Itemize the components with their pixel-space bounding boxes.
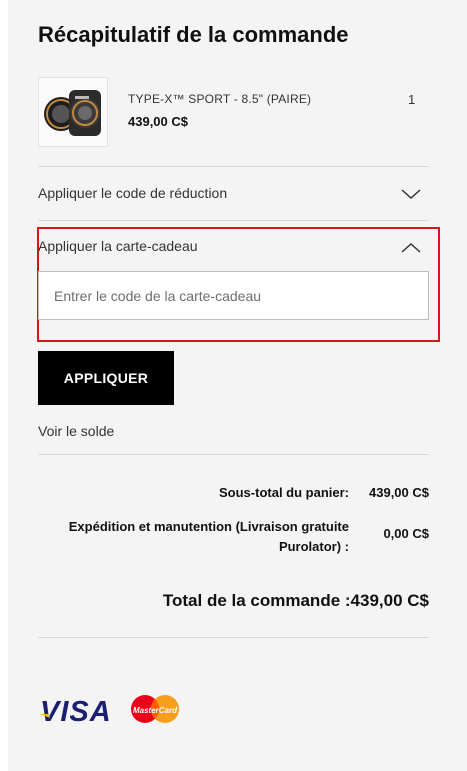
subtotal-value: 439,00 C$ bbox=[369, 485, 429, 500]
shipping-label-line1: Expédition et manutention (Livraison gra… bbox=[68, 519, 349, 534]
chevron-down-icon bbox=[401, 189, 421, 200]
gift-card-toggle[interactable]: Appliquer la carte-cadeau bbox=[38, 229, 429, 265]
shipping-label-line2: Purolator) : bbox=[278, 539, 349, 554]
mastercard-text: MasterCard bbox=[133, 706, 178, 715]
order-summary-title: Récapitulatif de la commande bbox=[38, 22, 349, 47]
product-name: TYPE-X™ SPORT - 8.5" (PAIRE) bbox=[128, 92, 312, 106]
discount-code-toggle[interactable]: Appliquer le code de réduction bbox=[38, 175, 429, 211]
divider bbox=[38, 166, 429, 167]
divider bbox=[38, 220, 429, 221]
discount-code-label: Appliquer le code de réduction bbox=[38, 185, 228, 201]
shipping-label: Expédition et manutention (Livraison gra… bbox=[69, 517, 349, 557]
divider bbox=[38, 637, 429, 638]
visa-logo: VISA bbox=[40, 696, 112, 728]
divider bbox=[38, 454, 429, 455]
product-thumbnail bbox=[38, 77, 108, 147]
chevron-up-icon bbox=[401, 242, 421, 253]
order-summary-panel: Récapitulatif de la commande TYPE-X™ SPO… bbox=[8, 0, 467, 771]
gift-card-code-input[interactable] bbox=[38, 271, 429, 320]
subtotal-label: Sous-total du panier: bbox=[219, 485, 349, 500]
order-total-value: 439,00 C$ bbox=[350, 591, 429, 610]
product-price: 439,00 C$ bbox=[128, 114, 188, 129]
order-total: Total de la commande :439,00 C$ bbox=[163, 591, 429, 611]
visa-text: VISA bbox=[40, 696, 112, 728]
payment-methods: VISA MasterCard bbox=[38, 690, 198, 735]
check-balance-link[interactable]: Voir le solde bbox=[38, 423, 114, 439]
mastercard-logo: MasterCard bbox=[131, 695, 179, 723]
apply-gift-card-button[interactable]: APPLIQUER bbox=[38, 351, 174, 405]
gift-card-label: Appliquer la carte-cadeau bbox=[38, 238, 198, 254]
product-quantity: 1 bbox=[408, 92, 416, 107]
shipping-value: 0,00 C$ bbox=[383, 526, 429, 541]
order-total-label: Total de la commande : bbox=[162, 591, 351, 610]
